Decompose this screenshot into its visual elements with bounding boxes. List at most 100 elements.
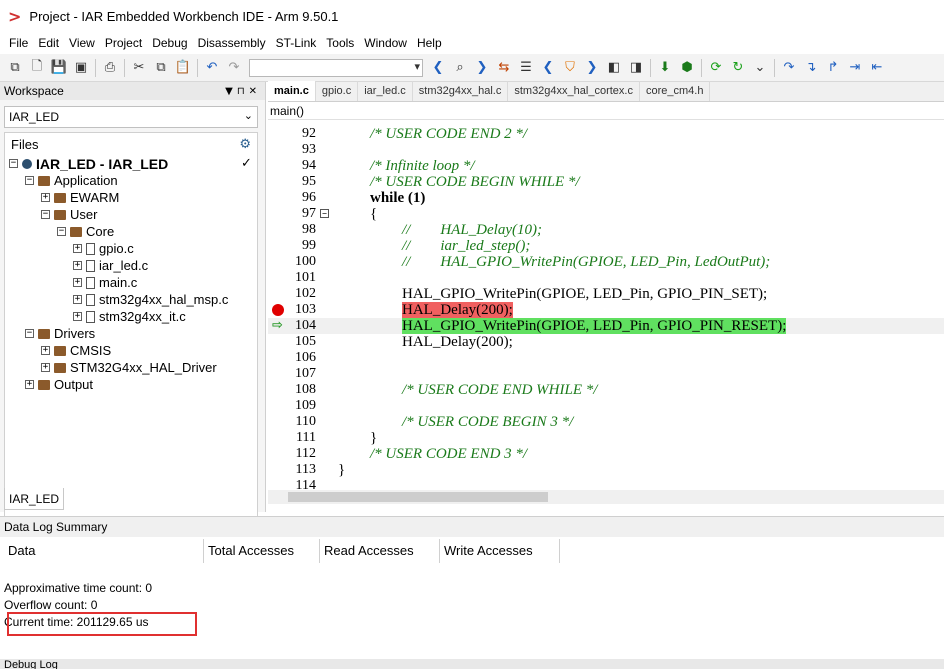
tree-item-label: IAR_LED - IAR_LED (36, 155, 169, 172)
new-file-icon[interactable]: ⧉ (4, 57, 26, 79)
expander-icon[interactable]: + (73, 261, 82, 270)
expander-icon[interactable]: − (41, 210, 50, 219)
next-statement-icon[interactable]: ⇥ (844, 57, 866, 79)
nav-back-icon[interactable]: ◧ (603, 57, 625, 79)
expander-icon[interactable]: + (73, 244, 82, 253)
expander-icon[interactable]: + (41, 193, 50, 202)
save-icon[interactable]: 💾 (48, 57, 70, 79)
nav-forward-icon[interactable]: ◨ (625, 57, 647, 79)
tree-item[interactable]: − Application (25, 172, 118, 189)
reset-icon[interactable]: ⟳ (705, 57, 727, 79)
expander-icon[interactable]: − (25, 329, 34, 338)
workspace-window-controls[interactable]: ▼⊓✕ (225, 86, 261, 97)
expander-icon[interactable]: − (9, 159, 18, 168)
expander-icon[interactable]: + (73, 312, 82, 321)
paste-icon[interactable]: 📋 (172, 57, 194, 79)
redo-icon[interactable]: ↷ (223, 57, 245, 79)
menu-window[interactable]: Window (359, 36, 412, 50)
tree-item[interactable]: − Core (57, 223, 114, 240)
code-line: 109 (268, 398, 944, 414)
expander-icon[interactable]: + (41, 363, 50, 372)
project-select[interactable]: IAR_LED ⌄ (4, 106, 258, 128)
tree-item-label: Core (86, 224, 115, 239)
tree-item[interactable]: − Drivers (25, 325, 95, 342)
menu-stlink[interactable]: ST-Link (271, 36, 322, 50)
tree-item[interactable]: + CMSIS (41, 342, 111, 359)
menu-tools[interactable]: Tools (321, 36, 359, 50)
fold-icon[interactable]: − (320, 209, 329, 218)
tree-item[interactable]: + stm32g4xx_it.c (73, 308, 186, 325)
function-selector[interactable]: main() (268, 102, 944, 120)
tree-item[interactable]: + stm32g4xx_hal_msp.c (73, 291, 228, 308)
dropdown-icon[interactable]: ⌄ (749, 57, 771, 79)
find-prev-icon[interactable]: ❮ (427, 57, 449, 79)
find-next-icon[interactable]: ❯ (471, 57, 493, 79)
tree-item[interactable]: + iar_led.c (73, 257, 148, 274)
tree-item[interactable]: − IAR_LED - IAR_LED ✓ (9, 155, 252, 172)
tree-item[interactable]: + gpio.c (73, 240, 134, 257)
expander-icon[interactable]: + (41, 346, 50, 355)
run-to-cursor-icon[interactable]: ⇤ (866, 57, 888, 79)
step-into-icon[interactable]: ↴ (800, 57, 822, 79)
menu-help[interactable]: Help (412, 36, 447, 50)
download-icon[interactable]: ⬇ (654, 57, 676, 79)
column-header[interactable]: Total Accesses (204, 539, 320, 563)
column-header[interactable]: Read Accesses (320, 539, 440, 563)
step-out-icon[interactable]: ↱ (822, 57, 844, 79)
find-combo[interactable] (249, 58, 423, 77)
expander-icon[interactable]: − (57, 227, 66, 236)
undo-icon[interactable]: ↶ (201, 57, 223, 79)
folder-icon (54, 192, 66, 203)
editor-tab[interactable]: stm32g4xx_hal.c (413, 81, 509, 101)
new-document-icon[interactable]: 🗋 (26, 57, 48, 79)
column-header[interactable]: Write Accesses (440, 539, 560, 563)
scrollbar-thumb[interactable] (288, 492, 548, 502)
expander-icon[interactable]: + (73, 295, 82, 304)
expander-icon[interactable]: + (73, 278, 82, 287)
editor-tab[interactable]: gpio.c (316, 81, 359, 101)
copy-icon[interactable]: ⧉ (150, 57, 172, 79)
cut-icon[interactable]: ✂ (128, 57, 150, 79)
go-to-icon[interactable]: ⇆ (493, 57, 515, 79)
next-bookmark-icon[interactable]: ❯ (581, 57, 603, 79)
code-line: 98 // HAL_Delay(10); (268, 222, 944, 238)
search-icon[interactable]: ⌕ (449, 57, 471, 79)
code-text: { (370, 206, 378, 222)
data-log-title: Data Log Summary (0, 517, 944, 537)
line-number: 94 (302, 158, 316, 173)
workspace-tab[interactable]: IAR_LED (4, 488, 64, 510)
menu-project[interactable]: Project (100, 36, 147, 50)
editor-tab[interactable]: iar_led.c (358, 81, 413, 101)
editor-tab[interactable]: main.c (268, 81, 316, 101)
tree-item[interactable]: + main.c (73, 274, 137, 291)
editor-tab[interactable]: stm32g4xx_hal_cortex.c (508, 81, 640, 101)
menu-file[interactable]: File (4, 36, 33, 50)
chevron-down-icon[interactable]: ⌄ (244, 109, 253, 122)
prev-bookmark-icon[interactable]: ❮ (537, 57, 559, 79)
code-area[interactable]: 92 /* USER CODE END 2 */ 93 94 /* Infinite l… (268, 124, 944, 490)
tree-item[interactable]: + EWARM (41, 189, 119, 206)
tree-item[interactable]: + Output (25, 376, 93, 393)
debug-log-tab[interactable]: Debug Log (0, 659, 944, 669)
menu-debug[interactable]: Debug (147, 36, 192, 50)
refresh-icon[interactable]: ↻ (727, 57, 749, 79)
tree-item[interactable]: + STM32G4xx_HAL_Driver (41, 359, 217, 376)
step-over-icon[interactable]: ↷ (778, 57, 800, 79)
menu-disassembly[interactable]: Disassembly (193, 36, 271, 50)
gear-icon[interactable]: ⚙ (239, 137, 251, 152)
column-header[interactable]: Data (4, 539, 204, 563)
bookmark-list-icon[interactable]: ☰ (515, 57, 537, 79)
menu-edit[interactable]: Edit (33, 36, 64, 50)
breakpoint-icon[interactable] (272, 304, 284, 316)
print-icon[interactable]: ⎙ (99, 57, 121, 79)
menu-view[interactable]: View (64, 36, 100, 50)
line-number: 98 (302, 222, 316, 237)
line-number: 97 (302, 206, 316, 221)
expander-icon[interactable]: + (25, 380, 34, 389)
expander-icon[interactable]: − (25, 176, 34, 185)
toggle-bookmark-icon[interactable]: ⛉ (559, 57, 581, 79)
tree-item[interactable]: − User (41, 206, 97, 223)
save-all-icon[interactable]: ▣ (70, 57, 92, 79)
download-debug-icon[interactable]: ⬢ (676, 57, 698, 79)
editor-tab[interactable]: core_cm4.h (640, 81, 711, 101)
